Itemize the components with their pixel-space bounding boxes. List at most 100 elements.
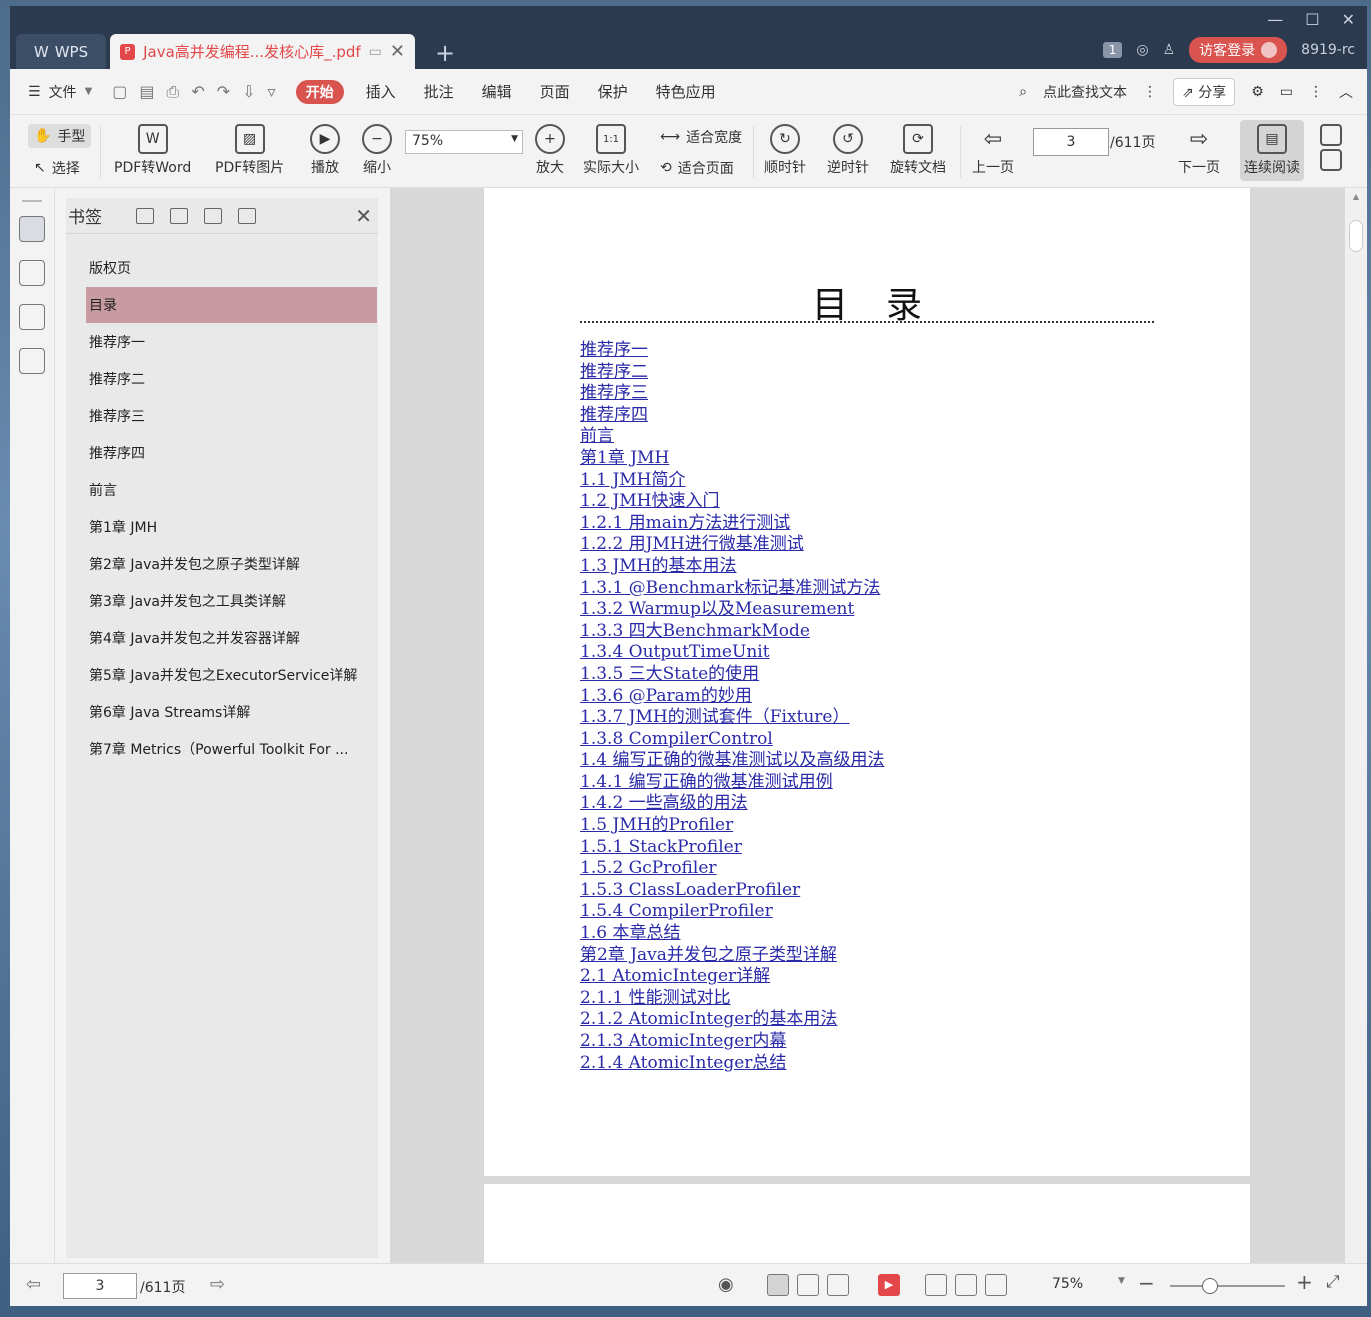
double-page-view-icon[interactable] <box>827 1274 849 1296</box>
search-icon[interactable]: ⌕ <box>1019 84 1027 100</box>
page-view-button[interactable] <box>1320 124 1342 174</box>
tab-annotate[interactable]: 批注 <box>424 81 454 102</box>
toc-link[interactable]: 推荐序四 <box>580 405 884 427</box>
toc-link[interactable]: 2.1.1 性能测试对比 <box>580 988 884 1010</box>
prev-page-button[interactable]: ⇦ 上一页 <box>972 124 1014 177</box>
scroll-thumb[interactable] <box>1349 220 1363 252</box>
zoom-in-icon[interactable]: + <box>1296 1270 1313 1294</box>
collapse-icon[interactable]: ︿ <box>1339 82 1353 102</box>
toc-link[interactable]: 1.3.5 三大State的使用 <box>580 664 884 686</box>
tab-page[interactable]: 页面 <box>540 81 570 102</box>
toc-link[interactable]: 1.1 JMH简介 <box>580 470 884 492</box>
toc-link[interactable]: 1.4 编写正确的微基准测试以及高级用法 <box>580 750 884 772</box>
thumbnail-icon[interactable] <box>19 260 45 286</box>
toc-link[interactable]: 1.5.3 ClassLoaderProfiler <box>580 880 884 902</box>
rotate-counterclockwise-button[interactable]: ↺ 逆时针 <box>827 124 869 177</box>
toc-link[interactable]: 2.1.4 AtomicInteger总结 <box>580 1053 884 1075</box>
toc-link[interactable]: 1.5 JMH的Profiler <box>580 815 884 837</box>
annotation-icon[interactable] <box>19 304 45 330</box>
new-tab-button[interactable]: + <box>435 39 455 67</box>
toc-link[interactable]: 1.3.7 JMH的测试套件（Fixture） <box>580 707 884 729</box>
fit-page-icon[interactable] <box>955 1274 977 1296</box>
toc-link[interactable]: 1.3 JMH的基本用法 <box>580 556 884 578</box>
undo-icon[interactable]: ↶ <box>191 82 204 102</box>
zoom-slider[interactable] <box>1170 1278 1285 1294</box>
toc-link[interactable]: 第2章 Java并发包之原子类型详解 <box>580 945 884 967</box>
hand-tool-button[interactable]: ✋ 手型 <box>28 124 92 148</box>
tab-protect[interactable]: 保护 <box>598 81 628 102</box>
toc-link[interactable]: 1.2 JMH快速入门 <box>580 491 884 513</box>
toc-link[interactable]: 第1章 JMH <box>580 448 884 470</box>
toc-link[interactable]: 1.5.1 StackProfiler <box>580 837 884 859</box>
toc-link[interactable]: 1.4.1 编写正确的微基准测试用例 <box>580 772 884 794</box>
scroll-up-icon[interactable]: ▲ <box>1345 188 1367 201</box>
pdf-to-image-button[interactable]: ▨ PDF转图片 <box>215 124 284 177</box>
chevron-down-icon[interactable]: ▼ <box>1118 1276 1125 1286</box>
bookmark-item[interactable]: ▶第5章 Java并发包之ExecutorService详解 <box>86 657 377 693</box>
more-vertical-icon[interactable]: ⋮ <box>1143 84 1157 100</box>
window-count-badge[interactable]: 1 <box>1102 42 1123 58</box>
close-window-icon[interactable]: ✕ <box>1342 10 1355 29</box>
document-view[interactable]: 目录 推荐序一 推荐序二 推荐序三 推荐序四 前言 第1章 JMH 1.1 JMH简介 1.2… <box>390 188 1345 1263</box>
search-text-box[interactable]: 点此查找文本 <box>1043 82 1127 102</box>
actual-size-icon[interactable] <box>925 1274 947 1296</box>
gear-icon[interactable]: ⚙ <box>1251 84 1264 100</box>
tab-features[interactable]: 特色应用 <box>656 81 716 102</box>
document-tab[interactable]: P Java高并发编程...发核心库_.pdf ▭ ✕ <box>110 34 415 69</box>
more-icon[interactable]: ⋮ <box>1309 84 1323 100</box>
bookmark-item[interactable]: ▶第3章 Java并发包之工具类详解 <box>86 583 377 619</box>
prev-page-icon[interactable]: ⇦ <box>26 1274 41 1295</box>
minimize-icon[interactable]: — <box>1267 10 1283 29</box>
rotate-document-button[interactable]: ⟳ 旋转文档 <box>890 124 946 177</box>
toc-link[interactable]: 前言 <box>580 426 884 448</box>
zoom-out-button[interactable]: − 缩小 <box>362 124 392 177</box>
add-bookmark-icon[interactable] <box>204 207 222 224</box>
bookmark-item[interactable]: 推荐序二 <box>86 361 377 397</box>
redo-icon[interactable]: ↷ <box>217 82 230 102</box>
bookmark-item[interactable]: ▶第6章 Java Streams详解 <box>86 694 377 730</box>
collapse-all-icon[interactable] <box>170 207 188 224</box>
next-page-icon[interactable]: ⇨ <box>210 1274 225 1295</box>
continuous-reading-button[interactable]: ▤ 连续阅读 <box>1240 120 1304 181</box>
toc-link[interactable]: 推荐序三 <box>580 383 884 405</box>
expand-all-icon[interactable] <box>136 207 154 224</box>
continuous-view-icon[interactable] <box>767 1274 789 1296</box>
next-page-button[interactable]: ⇨ 下一页 <box>1178 124 1220 177</box>
maximize-icon[interactable]: ☐ <box>1305 10 1319 29</box>
bookmark-item[interactable]: 推荐序四 <box>86 435 377 471</box>
bookmark-item[interactable]: 推荐序一 <box>86 324 377 360</box>
wps-home-tab[interactable]: W WPS <box>16 34 106 69</box>
export-icon[interactable]: ⇩ <box>242 82 255 102</box>
bookmark-item[interactable]: ▶第4章 Java并发包之并发容器详解 <box>86 620 377 656</box>
toc-link[interactable]: 1.3.1 @Benchmark标记基准测试方法 <box>580 578 884 600</box>
eye-protection-icon[interactable]: ◉ <box>718 1274 734 1295</box>
bookmark-item[interactable]: 前言 <box>86 472 377 508</box>
toc-link[interactable]: 1.5.2 GcProfiler <box>580 858 884 880</box>
page-number-input[interactable]: 3 <box>1033 128 1109 156</box>
toc-link[interactable]: 推荐序二 <box>580 362 884 384</box>
toc-link[interactable]: 2.1.2 AtomicInteger的基本用法 <box>580 1009 884 1031</box>
open-icon[interactable]: ▢ <box>112 82 127 102</box>
bookmark-item[interactable]: ▶第1章 JMH <box>86 509 377 545</box>
close-panel-icon[interactable]: ✕ <box>355 204 372 228</box>
shirt-icon[interactable]: ♙ <box>1163 42 1176 58</box>
signature-icon[interactable] <box>19 348 45 374</box>
rotate-clockwise-button[interactable]: ↻ 顺时针 <box>764 124 806 177</box>
select-tool-button[interactable]: ↖ 选择 <box>34 158 80 178</box>
toc-link[interactable]: 1.3.8 CompilerControl <box>580 729 884 751</box>
tab-edit[interactable]: 编辑 <box>482 81 512 102</box>
play-button[interactable]: ▶ 播放 <box>310 124 340 177</box>
status-zoom-value[interactable]: 75% <box>1052 1276 1083 1292</box>
bookmark-item[interactable]: 推荐序三 <box>86 398 377 434</box>
toc-link[interactable]: 1.3.3 四大BenchmarkMode <box>580 621 884 643</box>
toc-link[interactable]: 1.3.4 OutputTimeUnit <box>580 642 884 664</box>
more-icon[interactable]: ▿ <box>268 82 276 102</box>
print-icon[interactable]: ⎙ <box>167 82 180 102</box>
toc-link[interactable]: 2.1 AtomicInteger详解 <box>580 966 884 988</box>
bookmark-item[interactable]: 目录 <box>86 287 377 323</box>
toc-link[interactable]: 1.3.6 @Param的妙用 <box>580 686 884 708</box>
fit-page-button[interactable]: ⟲ 适合页面 <box>660 158 734 178</box>
tab-insert[interactable]: 插入 <box>366 81 396 102</box>
single-page-view-icon[interactable] <box>797 1274 819 1296</box>
toc-link[interactable]: 1.2.2 用JMH进行微基准测试 <box>580 534 884 556</box>
